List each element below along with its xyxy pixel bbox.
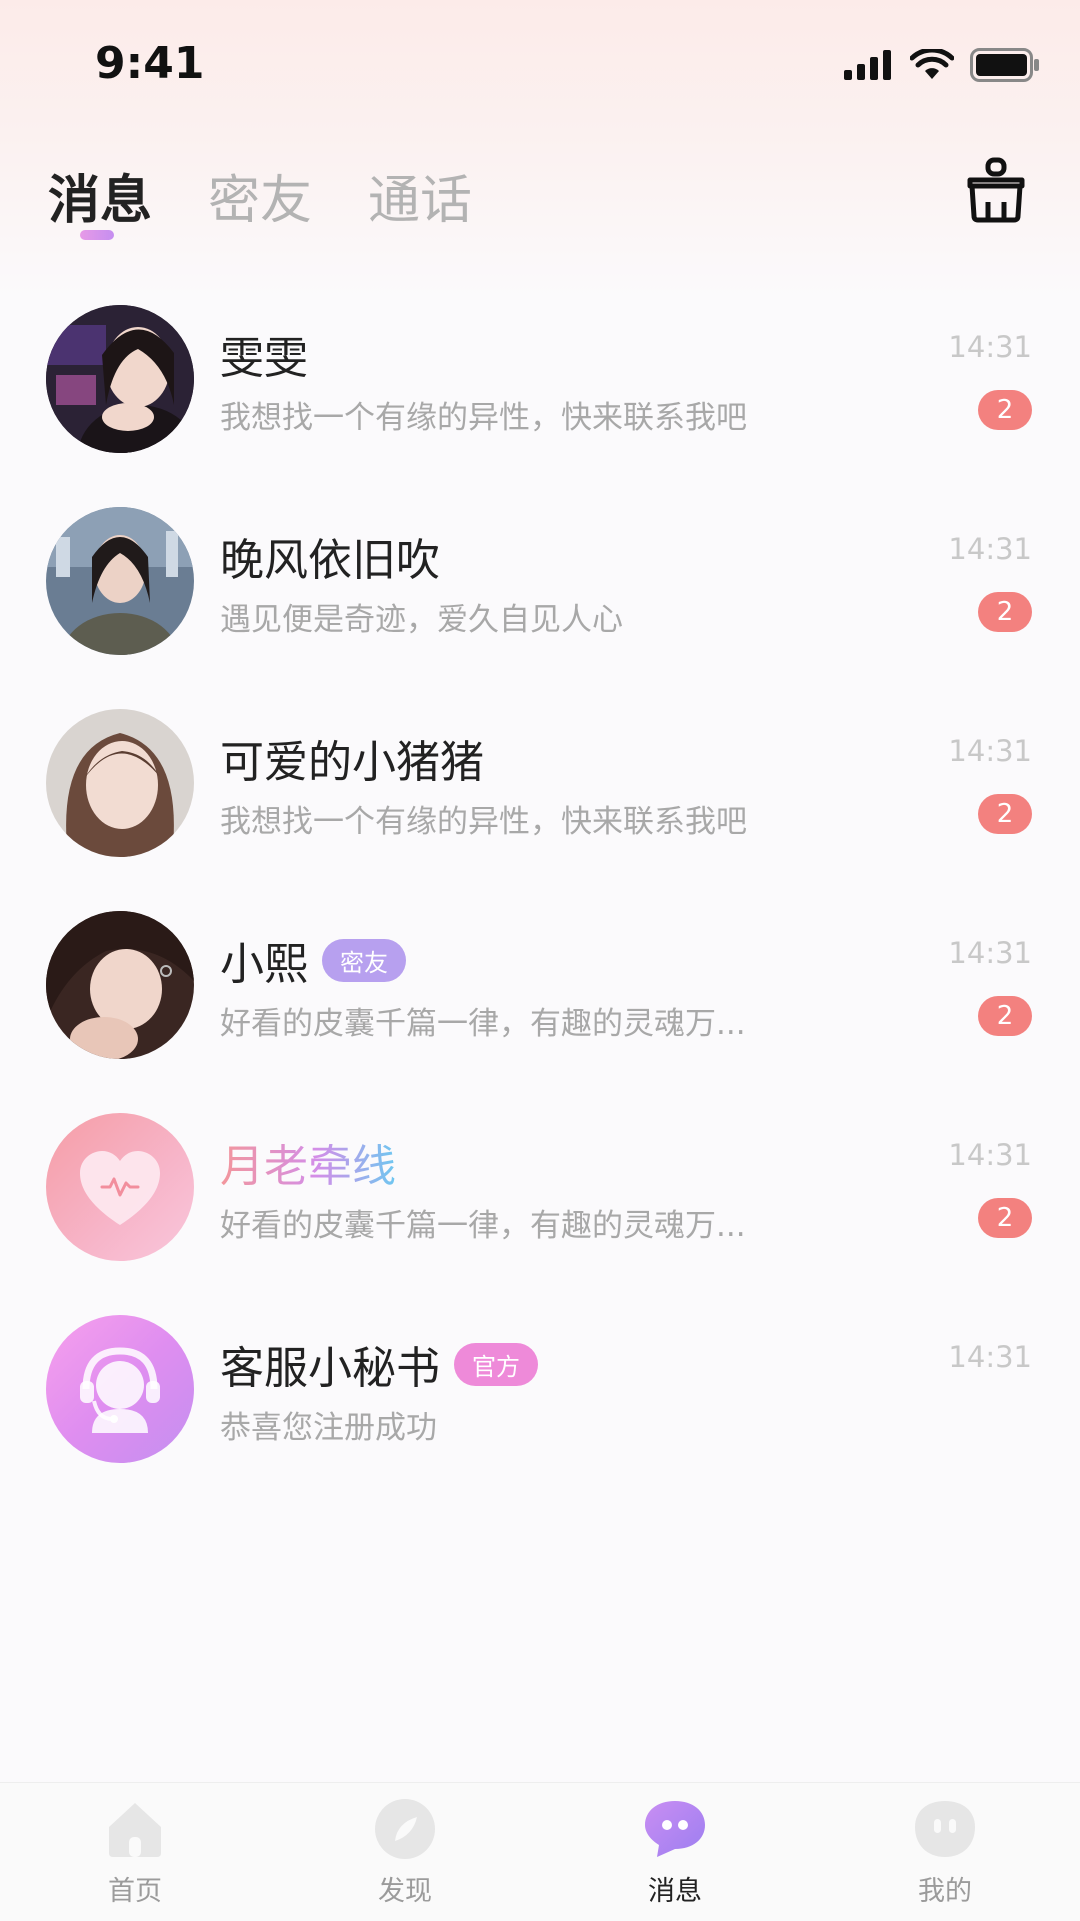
tab-close-friends[interactable]: 密友	[208, 158, 312, 233]
tab-close-friends-label: 密友	[208, 171, 313, 231]
tabbar-home-label: 首页	[108, 1876, 162, 1907]
message-preview: 好看的皮囊千篇一律，有趣的灵魂万...	[220, 1208, 746, 1244]
profile-icon	[913, 1797, 977, 1861]
unread-count-badge: 2	[978, 996, 1032, 1036]
tab-calls[interactable]: 通话	[368, 158, 472, 233]
contact-name-text: 可爱的小猪猪	[220, 737, 484, 788]
message-time: 14:31	[948, 1138, 1032, 1172]
contact-name-text: 晚风依旧吹	[220, 535, 440, 586]
heart-icon	[80, 1151, 160, 1225]
message-preview: 我想找一个有缘的异性，快来联系我吧	[220, 804, 747, 840]
contact-name: 可爱的小猪猪	[220, 726, 484, 790]
top-tabs: 消息 密友 通话	[48, 158, 472, 240]
status-icons	[844, 48, 1040, 82]
unread-count-badge: 2	[978, 794, 1032, 834]
close-friend-tag: 密友	[322, 938, 406, 982]
status-time: 9:41	[95, 38, 205, 89]
bottom-tab-bar: 首页 发现 消息 我的	[0, 1782, 1080, 1921]
chat-bubble-icon	[643, 1797, 707, 1861]
home-icon	[103, 1797, 167, 1861]
message-time: 14:31	[948, 532, 1032, 566]
avatar	[46, 507, 194, 655]
contact-name-text: 雯雯	[220, 333, 308, 384]
message-time: 14:31	[948, 330, 1032, 364]
tabbar-home[interactable]: 首页	[65, 1797, 205, 1908]
conversation-row[interactable]: 月老牵线 好看的皮囊千篇一律，有趣的灵魂万... 14:31 2	[0, 1108, 1080, 1310]
conversation-row[interactable]: 雯雯 我想找一个有缘的异性，快来联系我吧 14:31 2	[0, 300, 1080, 502]
matchmaker-avatar	[46, 1113, 194, 1261]
conversation-row[interactable]: 小熙 密友 好看的皮囊千篇一律，有趣的灵魂万... 14:31 2	[0, 906, 1080, 1108]
contact-name: 客服小秘书 官方	[220, 1332, 538, 1396]
headset-agent-icon	[80, 1347, 160, 1433]
message-preview: 好看的皮囊千篇一律，有趣的灵魂万...	[220, 1006, 746, 1042]
battery-icon	[970, 48, 1039, 82]
official-tag: 官方	[454, 1342, 538, 1386]
unread-count-badge: 2	[978, 1198, 1032, 1238]
conversation-row[interactable]: 可爱的小猪猪 我想找一个有缘的异性，快来联系我吧 14:31 2	[0, 704, 1080, 906]
tabbar-discover[interactable]: 发现	[335, 1797, 475, 1908]
tabbar-discover-label: 发现	[378, 1876, 432, 1907]
tabbar-profile-label: 我的	[918, 1876, 972, 1907]
wifi-icon	[910, 49, 954, 79]
unread-count-badge: 2	[978, 390, 1032, 430]
message-time: 14:31	[948, 734, 1032, 768]
avatar	[46, 305, 194, 453]
contact-name-text: 月老牵线	[220, 1130, 396, 1194]
avatar-photo-icon	[46, 709, 194, 857]
tab-messages[interactable]: 消息	[48, 158, 153, 240]
message-time: 14:31	[948, 1340, 1032, 1374]
unread-count-badge: 2	[978, 592, 1032, 632]
compass-icon	[373, 1797, 437, 1861]
message-preview: 遇见便是奇迹，爱久自见人心	[220, 602, 623, 638]
status-bar: 9:41	[0, 0, 1080, 130]
conversation-row[interactable]: 客服小秘书 官方 恭喜您注册成功 14:31	[0, 1310, 1080, 1512]
tab-messages-label: 消息	[48, 171, 153, 231]
contact-name: 晚风依旧吹	[220, 524, 440, 588]
customer-service-avatar	[46, 1315, 194, 1463]
clear-messages-button[interactable]	[964, 156, 1028, 224]
contact-name-text: 客服小秘书	[220, 1343, 440, 1394]
signal-icon	[844, 50, 891, 80]
active-tab-indicator	[80, 230, 114, 240]
broom-icon	[967, 157, 1025, 223]
conversation-row[interactable]: 晚风依旧吹 遇见便是奇迹，爱久自见人心 14:31 2	[0, 502, 1080, 704]
avatar-photo-icon	[46, 911, 194, 1059]
avatar-photo-icon	[46, 507, 194, 655]
contact-name: 月老牵线	[220, 1130, 396, 1194]
message-time: 14:31	[948, 936, 1032, 970]
tabbar-messages-label: 消息	[648, 1876, 702, 1907]
tab-calls-label: 通话	[368, 171, 473, 231]
contact-name: 雯雯	[220, 322, 308, 386]
tabbar-messages[interactable]: 消息	[605, 1797, 745, 1908]
message-preview: 我想找一个有缘的异性，快来联系我吧	[220, 400, 747, 436]
conversation-list: 雯雯 我想找一个有缘的异性，快来联系我吧 14:31 2 晚风依旧吹 遇见便是奇…	[0, 300, 1080, 1512]
contact-name: 小熙 密友	[220, 928, 406, 992]
message-preview: 恭喜您注册成功	[220, 1410, 437, 1446]
avatar	[46, 709, 194, 857]
contact-name-text: 小熙	[220, 939, 308, 990]
tabbar-profile[interactable]: 我的	[875, 1797, 1015, 1908]
avatar-photo-icon	[46, 305, 194, 453]
avatar	[46, 911, 194, 1059]
